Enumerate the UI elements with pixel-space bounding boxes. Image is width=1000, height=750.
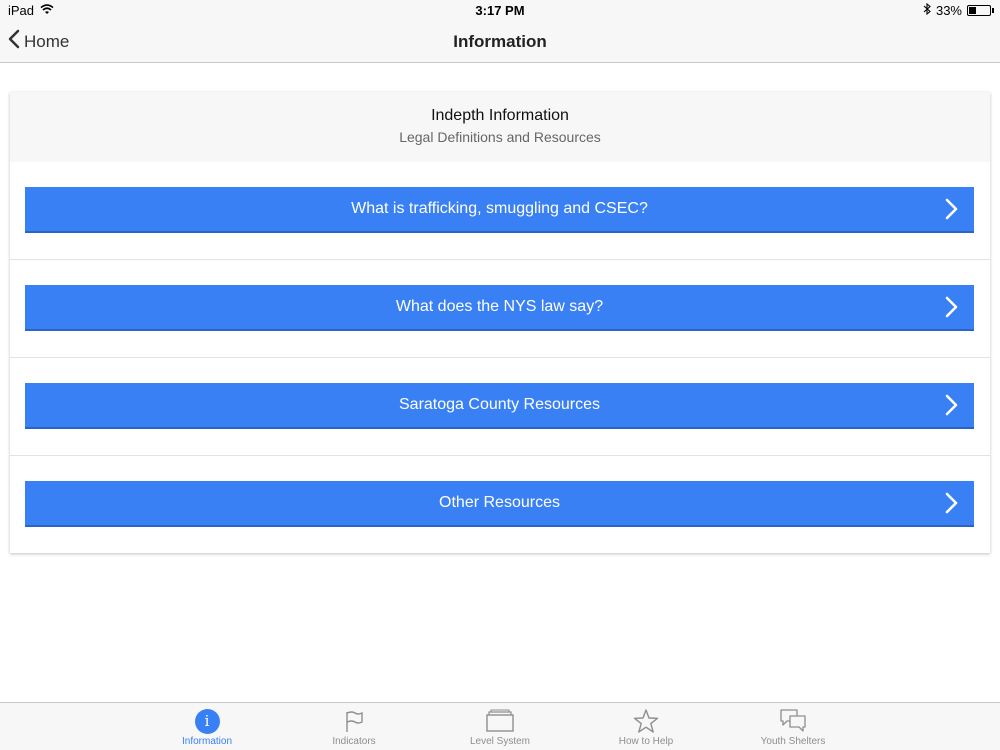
button-label: What does the NYS law say? bbox=[395, 298, 604, 315]
button-label: Saratoga County Resources bbox=[399, 396, 600, 413]
battery-tip bbox=[992, 8, 994, 13]
button-label: What is trafficking, smuggling and CSEC? bbox=[351, 200, 648, 217]
list-item: Saratoga County Resources bbox=[10, 358, 990, 456]
tab-label: Level System bbox=[469, 736, 531, 747]
tab-information[interactable]: i Information bbox=[147, 706, 267, 747]
list-item: What is trafficking, smuggling and CSEC? bbox=[10, 162, 990, 260]
page-title: Information bbox=[453, 32, 547, 51]
battery-fill bbox=[969, 7, 976, 14]
chevron-right-icon bbox=[945, 296, 958, 318]
tab-how-to-help[interactable]: How to Help bbox=[586, 706, 706, 747]
tab-indicators[interactable]: Indicators bbox=[294, 706, 414, 747]
saratoga-resources-button[interactable]: Saratoga County Resources bbox=[25, 383, 974, 429]
tab-label: How to Help bbox=[618, 736, 674, 747]
trafficking-info-button[interactable]: What is trafficking, smuggling and CSEC? bbox=[25, 187, 974, 233]
tab-bar: i Information Indicators Level System Ho… bbox=[0, 702, 1000, 750]
nys-law-button[interactable]: What does the NYS law say? bbox=[25, 285, 974, 331]
tab-label: Youth Shelters bbox=[760, 736, 826, 747]
chevron-right-icon bbox=[945, 492, 958, 514]
bluetooth-icon bbox=[923, 2, 931, 18]
card-subtitle: Legal Definitions and Resources bbox=[399, 129, 601, 145]
star-icon bbox=[586, 706, 706, 736]
list-item: Other Resources bbox=[10, 456, 990, 554]
flag-icon bbox=[294, 706, 414, 736]
info-card: Indepth Information Legal Definitions an… bbox=[10, 92, 990, 553]
other-resources-button[interactable]: Other Resources bbox=[25, 481, 974, 527]
list-item: What does the NYS law say? bbox=[10, 260, 990, 358]
status-right: 33% bbox=[923, 2, 994, 18]
status-bar: iPad 3:17 PM 33% bbox=[0, 0, 1000, 20]
navigation-bar: Home Information bbox=[0, 20, 1000, 63]
battery-icon bbox=[967, 5, 991, 16]
chevron-right-icon bbox=[945, 198, 958, 220]
button-label: Other Resources bbox=[439, 494, 560, 511]
card-title: Indepth Information bbox=[431, 107, 569, 124]
card-header: Indepth Information Legal Definitions an… bbox=[10, 92, 990, 162]
tab-label: Indicators bbox=[332, 736, 376, 747]
chat-bubbles-icon bbox=[733, 706, 853, 736]
status-time: 3:17 PM bbox=[475, 3, 525, 18]
folder-icon bbox=[440, 706, 560, 736]
tab-label: Information bbox=[181, 736, 233, 747]
info-icon: i bbox=[194, 708, 220, 734]
battery-percent: 33% bbox=[935, 3, 962, 18]
tab-youth-shelters[interactable]: Youth Shelters bbox=[733, 706, 853, 747]
chevron-right-icon bbox=[945, 394, 958, 416]
tab-level-system[interactable]: Level System bbox=[440, 706, 560, 747]
